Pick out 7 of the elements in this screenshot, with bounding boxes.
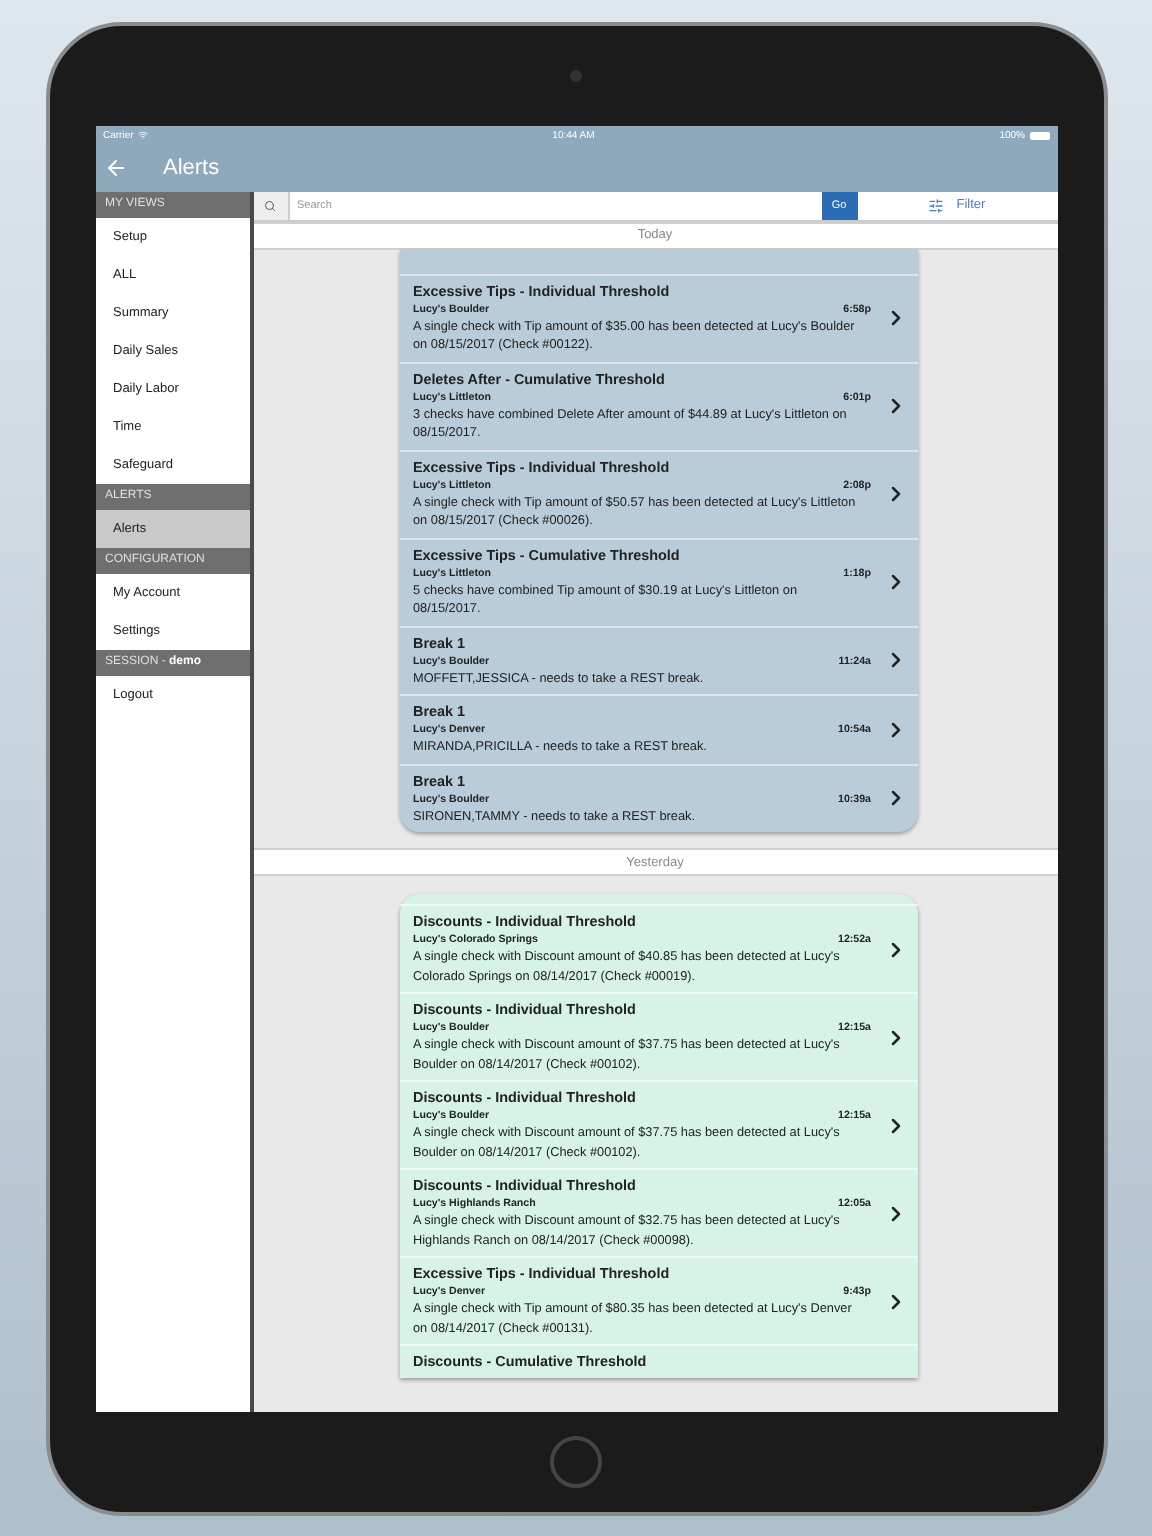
camera-icon [570, 69, 582, 81]
wifi-icon [137, 130, 148, 140]
home-button[interactable] [550, 1435, 602, 1487]
screen-title: Alerts [163, 156, 220, 180]
battery-icon [1029, 131, 1049, 139]
filter-icon [928, 197, 945, 213]
back-icon[interactable] [103, 156, 127, 180]
